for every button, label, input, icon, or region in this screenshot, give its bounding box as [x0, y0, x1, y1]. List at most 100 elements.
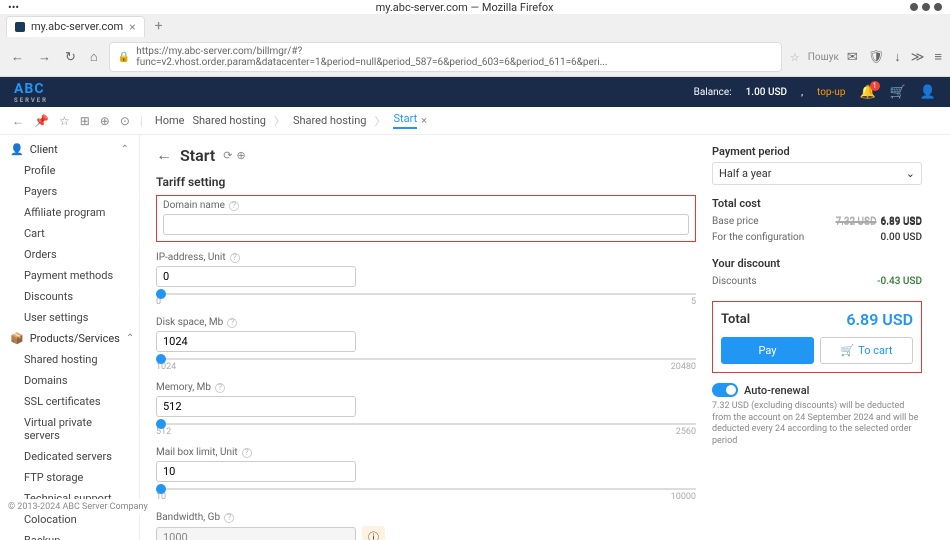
section-tariff: Tariff setting [156, 175, 696, 189]
field-domain-name: Domain name? [156, 195, 696, 242]
app-header: ABCSERVER Balance: 1.00 USD , top-up 🔔1 … [0, 77, 950, 107]
hamburger-icon[interactable]: ≡ [934, 49, 942, 65]
field-bandwidth: Bandwidth, Gb? ⓘ [156, 512, 696, 540]
extension-icon[interactable]: 🛡 [868, 50, 885, 65]
period-select[interactable]: Half a year⌄ [712, 162, 922, 185]
field-ip: IP-address, Unit? 05 [156, 252, 696, 307]
help-icon[interactable]: ⊙ [120, 114, 130, 128]
back-icon[interactable]: ← [8, 49, 27, 65]
plus-icon[interactable]: ⊕ [100, 114, 110, 128]
total-box: Total 6.89 USD Pay 🛒To cart [712, 301, 922, 373]
box-icon: 📦 [10, 332, 24, 345]
sidebar-item-ftp[interactable]: FTP storage [0, 467, 139, 488]
sidebar-item-ssl[interactable]: SSL certificates [0, 391, 139, 412]
lock-icon: 🔒 [118, 52, 130, 63]
mailbox-input[interactable] [156, 461, 356, 482]
domain-input[interactable] [163, 214, 689, 235]
tab-title: my.abc-server.com [31, 20, 123, 33]
memory-slider[interactable] [156, 419, 166, 429]
memory-input[interactable] [156, 396, 356, 417]
cart-icon[interactable]: 🛒 [890, 85, 906, 100]
refresh-icon[interactable]: ⟳ [223, 149, 232, 162]
breadcrumb-shared1[interactable]: Shared hosting [192, 114, 266, 127]
mailbox-slider[interactable] [156, 484, 166, 494]
mail-icon[interactable]: ✉ [847, 50, 858, 65]
page-title-text: Start [180, 146, 215, 165]
breadcrumb-close-icon[interactable]: × [421, 114, 427, 127]
reload-icon[interactable]: ↻ [62, 50, 79, 65]
sidebar-item-user-settings[interactable]: User settings [0, 307, 139, 328]
sidebar-item-backup[interactable]: Backup [0, 530, 139, 540]
cart-icon: 🛒 [840, 344, 854, 357]
pay-button[interactable]: Pay [721, 337, 814, 364]
total-cost-label: Total cost [712, 197, 922, 210]
sidebar: 👤 Client⌃ Profile Payers Affiliate progr… [0, 135, 140, 540]
auto-renewal-label: Auto-renewal [744, 384, 809, 397]
sidebar-item-affiliate[interactable]: Affiliate program [0, 202, 139, 223]
user-icon: 👤 [10, 143, 24, 156]
sidebar-item-discounts[interactable]: Discounts [0, 286, 139, 307]
pin-icon[interactable]: 📌 [34, 114, 49, 128]
field-mailbox: Mail box limit, Unit? 1010000 [156, 447, 696, 502]
window-title: my.abc-server.com — Mozilla Firefox [376, 1, 554, 14]
info-icon[interactable]: ? [242, 448, 252, 458]
ip-input[interactable] [156, 266, 356, 287]
total-label: Total [721, 312, 750, 327]
url-field[interactable]: 🔒 https://my.abc-server.com/billmgr/#?fu… [109, 42, 782, 72]
ip-slider[interactable] [156, 289, 166, 299]
breadcrumb: Home Shared hosting 〉 Shared hosting 〉 S… [155, 112, 427, 129]
download-icon[interactable]: ↓ [894, 49, 901, 65]
url-text: https://my.abc-server.com/billmgr/#?func… [136, 46, 773, 68]
renewal-note: 7.32 USD (excluding discounts) will be d… [712, 401, 922, 448]
field-disk: Disk space, Mb? 102420480 [156, 317, 696, 372]
sidebar-group-products[interactable]: 📦 Products/Services⌃ [0, 328, 139, 349]
browser-chrome: my.abc-server.com × + ← → ↻ ⌂ 🔒 https://… [0, 14, 950, 77]
browser-tab[interactable]: my.abc-server.com × [6, 16, 145, 37]
nav-back-icon[interactable]: ← [12, 114, 24, 128]
page-title: ← Start ⟳ ⊕ [156, 145, 696, 165]
sidebar-item-orders[interactable]: Orders [0, 244, 139, 265]
info-badge-icon[interactable]: ⓘ [362, 526, 385, 540]
notification-icon[interactable]: 🔔1 [859, 85, 875, 100]
logo[interactable]: ABCSERVER [14, 81, 48, 104]
sidebar-item-payment-methods[interactable]: Payment methods [0, 265, 139, 286]
box-icon[interactable]: ⊞ [80, 114, 90, 128]
home-icon[interactable]: ⌂ [87, 49, 101, 65]
new-tab-button[interactable]: + [149, 18, 169, 34]
forward-icon[interactable]: → [35, 49, 54, 65]
globe-icon[interactable]: ⊕ [236, 149, 245, 162]
breadcrumb-home[interactable]: Home [155, 114, 185, 127]
back-arrow-icon[interactable]: ← [156, 145, 172, 165]
auto-renewal-toggle[interactable] [712, 383, 738, 397]
sidebar-group-client[interactable]: 👤 Client⌃ [0, 139, 139, 160]
chevron-down-icon: ⌄ [906, 167, 915, 180]
footer: © 2013-2024 ABC Server Company [0, 499, 156, 515]
menu-icon[interactable]: ≫ [911, 50, 925, 65]
tab-close-icon[interactable]: × [129, 20, 135, 34]
info-icon[interactable]: ? [215, 383, 225, 393]
bandwidth-input [156, 527, 356, 540]
info-icon[interactable]: ? [224, 513, 234, 523]
breadcrumb-shared2[interactable]: Shared hosting [293, 114, 367, 127]
info-icon[interactable]: ? [227, 318, 237, 328]
info-icon[interactable]: ? [230, 253, 240, 263]
discount-label: Your discount [712, 257, 922, 270]
to-cart-button[interactable]: 🛒To cart [820, 337, 913, 364]
sidebar-item-dedicated[interactable]: Dedicated servers [0, 446, 139, 467]
user-icon[interactable]: 👤 [920, 85, 936, 100]
sidebar-item-shared-hosting[interactable]: Shared hosting [0, 349, 139, 370]
sidebar-item-cart[interactable]: Cart [0, 223, 139, 244]
sidebar-item-profile[interactable]: Profile [0, 160, 139, 181]
breadcrumb-start[interactable]: Start [393, 112, 417, 129]
sidebar-item-vps[interactable]: Virtual private servers [0, 412, 139, 446]
info-icon[interactable]: ? [229, 201, 239, 211]
star-icon[interactable]: ☆ [59, 114, 70, 128]
topbar: ← 📌 ☆ ⊞ ⊕ ⊙ | Home Shared hosting 〉 Shar… [0, 107, 950, 135]
search-placeholder: Пошук [808, 52, 839, 63]
topup-link[interactable]: top-up [817, 87, 845, 98]
disk-input[interactable] [156, 331, 356, 352]
sidebar-item-domains[interactable]: Domains [0, 370, 139, 391]
disk-slider[interactable] [156, 354, 166, 364]
sidebar-item-payers[interactable]: Payers [0, 181, 139, 202]
balance-label: Balance: [694, 87, 732, 98]
